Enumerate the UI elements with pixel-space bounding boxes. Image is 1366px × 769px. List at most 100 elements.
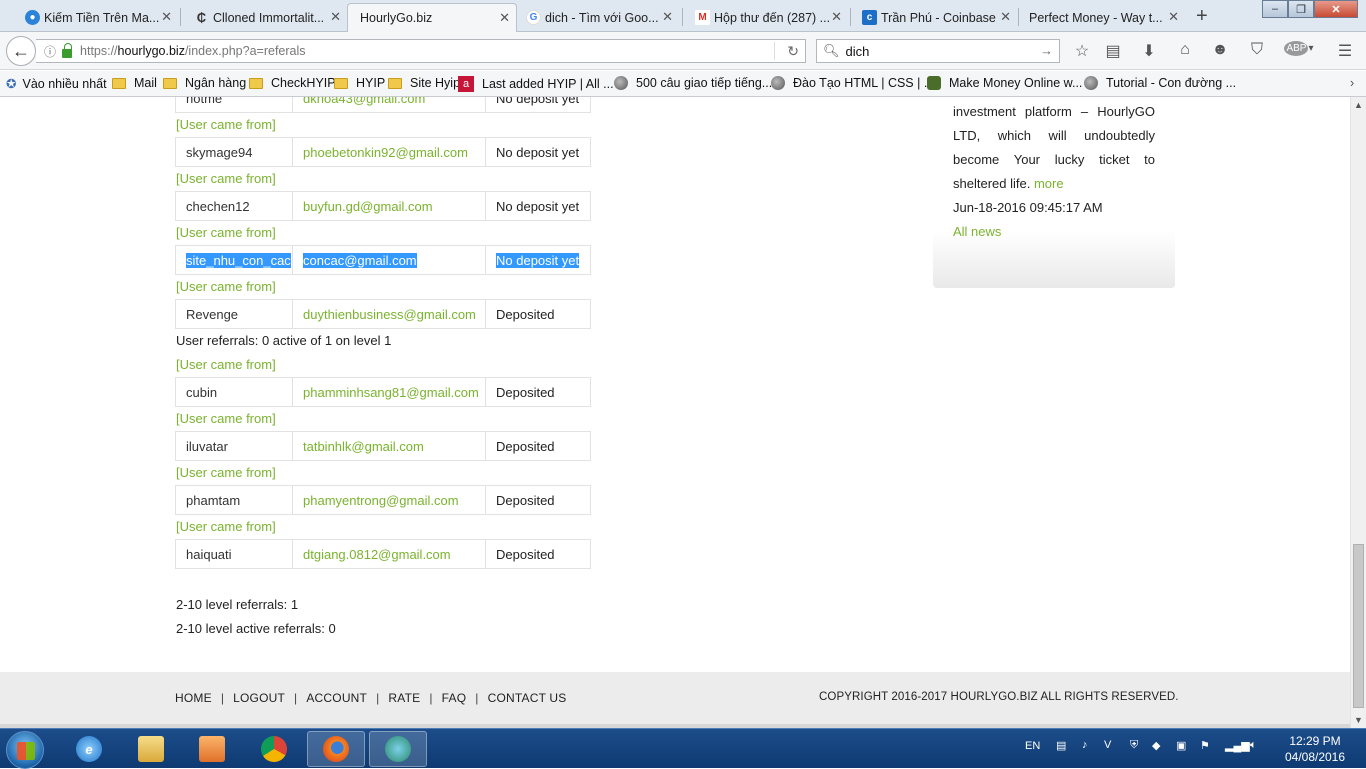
star-icon[interactable]: ☆	[1071, 41, 1093, 61]
url-text[interactable]: https://hourlygo.biz/index.php?a=referal…	[80, 44, 306, 58]
taskbar-media-player[interactable]	[183, 731, 241, 767]
tray-icon[interactable]: ♪	[1082, 739, 1088, 751]
page-scrollbar[interactable]: ▲ ▼	[1350, 97, 1366, 728]
user-came-from-link[interactable]: [User came from]	[176, 519, 276, 534]
tab-title: Clloned Immortalit...	[213, 10, 325, 25]
search-box[interactable]: 🔍︎ →	[816, 39, 1060, 63]
tray-icon[interactable]: ⚑	[1200, 739, 1210, 752]
bookmark-checkhyip[interactable]: CheckHYIP	[249, 76, 336, 90]
tab-google-dich[interactable]: G dich - Tìm với Goo... ✕	[519, 3, 679, 32]
footer-link-home[interactable]: HOME	[175, 691, 212, 705]
footer-link-logout[interactable]: LOGOUT	[233, 691, 285, 705]
news-more-link[interactable]: more	[1034, 176, 1064, 191]
network-icon[interactable]: ▂▄▆	[1225, 739, 1250, 752]
bookmark-last-added-hyip[interactable]: a Last added HYIP | All ...	[458, 76, 614, 92]
tab-title: Perfect Money - Way t...	[1029, 10, 1163, 25]
reading-list-icon[interactable]: ▤	[1102, 41, 1124, 61]
bookmark-site-hyip[interactable]: Site Hyip	[388, 76, 460, 90]
bookmark-most-visited[interactable]: ✪ Vào nhiều nhất	[6, 76, 107, 92]
close-window-button[interactable]: ✕	[1314, 0, 1358, 18]
back-button[interactable]: ←	[6, 36, 36, 66]
close-tab-icon[interactable]: ✕	[1000, 9, 1011, 25]
menu-icon[interactable]: ☰	[1334, 41, 1356, 61]
close-tab-icon[interactable]: ✕	[499, 10, 510, 26]
tray-icon[interactable]: V	[1104, 739, 1111, 751]
bookmark-dao-tao-html[interactable]: Đào Tạo HTML | CSS | ...	[771, 76, 934, 90]
referral-status: Deposited	[496, 438, 555, 454]
minimize-button[interactable]: –	[1262, 0, 1288, 18]
url-bar[interactable]: ⓘ https://hourlygo.biz/index.php?a=refer…	[36, 39, 806, 63]
tray-icon[interactable]: ◆	[1152, 739, 1160, 752]
user-came-from-link[interactable]: [User came from]	[176, 117, 276, 132]
referral-email[interactable]: dtgiang.0812@gmail.com	[293, 540, 486, 568]
close-tab-icon[interactable]: ✕	[662, 9, 673, 25]
bookmark-500-cau[interactable]: 500 câu giao tiếp tiếng...	[614, 76, 772, 90]
taskbar-chrome[interactable]	[245, 731, 303, 767]
user-came-from-link[interactable]: [User came from]	[176, 465, 276, 480]
bookmark-tutorial[interactable]: Tutorial - Con đường ...	[1084, 76, 1236, 90]
scroll-down-icon[interactable]: ▼	[1354, 715, 1363, 725]
system-clock[interactable]: 12:29 PM 04/08/2016	[1280, 733, 1350, 765]
bookmark-make-money[interactable]: Make Money Online w...	[927, 76, 1082, 90]
volume-icon[interactable]: 🔈︎	[1250, 739, 1257, 752]
taskbar-firefox[interactable]	[307, 731, 365, 767]
taskbar-file-explorer[interactable]	[122, 731, 180, 767]
maximize-button[interactable]: ❐	[1288, 0, 1314, 18]
user-came-from-link[interactable]: [User came from]	[176, 279, 276, 294]
user-came-from-link[interactable]: [User came from]	[176, 225, 276, 240]
user-came-from-link[interactable]: [User came from]	[176, 411, 276, 426]
tab-gmail[interactable]: M Hộp thư đến (287) ... ✕	[688, 3, 848, 32]
referral-email[interactable]: tatbinhlk@gmail.com	[293, 432, 486, 460]
start-button[interactable]	[6, 731, 44, 769]
tray-icon[interactable]: ▤	[1056, 739, 1066, 752]
referral-email[interactable]: duythienbusiness@gmail.com	[293, 300, 486, 328]
chat-icon[interactable]: ☻	[1209, 41, 1231, 59]
reload-icon[interactable]: ↻	[787, 43, 799, 60]
footer-link-rate[interactable]: RATE	[388, 691, 420, 705]
language-indicator[interactable]: EN	[1025, 740, 1040, 752]
level-2-10-referrals: 2-10 level referrals: 1	[176, 597, 299, 612]
search-input[interactable]	[845, 43, 1036, 59]
taskbar-app[interactable]	[369, 731, 427, 767]
all-news-link[interactable]: All news	[953, 224, 1001, 239]
referral-email[interactable]: phamminhsang81@gmail.com	[293, 378, 486, 406]
new-tab-button[interactable]: +	[1196, 5, 1208, 28]
close-tab-icon[interactable]: ✕	[330, 9, 341, 25]
lock-icon	[62, 42, 73, 58]
referral-email[interactable]: buyfun.gd@gmail.com	[293, 192, 486, 220]
pocket-icon[interactable]: ⛉	[1246, 41, 1268, 59]
close-tab-icon[interactable]: ✕	[831, 9, 842, 25]
info-icon[interactable]: ⓘ	[44, 43, 56, 60]
user-came-from-link[interactable]: [User came from]	[176, 171, 276, 186]
home-icon[interactable]: ⌂	[1174, 41, 1196, 59]
tray-icon[interactable]: ▣	[1176, 739, 1186, 752]
tray-icon[interactable]: ⛨	[1130, 739, 1138, 752]
bookmarks-overflow-icon[interactable]: ›	[1350, 76, 1354, 90]
tab-coinbase[interactable]: c Trần Phú - Coinbase ✕	[855, 3, 1017, 32]
referral-email[interactable]: phoebetonkin92@gmail.com	[293, 138, 486, 166]
tab-clloned[interactable]: ₵ Clloned Immortalit... ✕	[187, 3, 347, 32]
close-tab-icon[interactable]: ✕	[1168, 9, 1179, 25]
download-icon[interactable]: ⬇	[1138, 41, 1160, 61]
footer-link-account[interactable]: ACCOUNT	[306, 691, 367, 705]
tab-perfect-money[interactable]: Perfect Money - Way t... ✕	[1021, 3, 1185, 32]
footer-link-contact[interactable]: CONTACT US	[488, 691, 567, 705]
tab-kiem-tien[interactable]: ● Kiếm Tiền Trên Ma... ✕	[18, 3, 178, 32]
app-icon	[385, 736, 411, 762]
windows-logo-icon	[17, 742, 35, 760]
taskbar-internet-explorer[interactable]: e	[60, 731, 118, 767]
close-tab-icon[interactable]: ✕	[161, 9, 172, 25]
bookmark-hyip[interactable]: HYIP	[334, 76, 385, 90]
scroll-up-icon[interactable]: ▲	[1354, 100, 1363, 110]
referral-email[interactable]: dkhoa43@gmail.com	[293, 97, 486, 112]
bookmark-ngan-hang[interactable]: Ngân hàng	[163, 76, 246, 90]
referral-email[interactable]: concac@gmail.com	[303, 252, 417, 268]
scrollbar-thumb[interactable]	[1353, 544, 1364, 708]
user-came-from-link[interactable]: [User came from]	[176, 357, 276, 372]
bookmark-mail[interactable]: Mail	[112, 76, 157, 90]
search-go-icon[interactable]: →	[1040, 43, 1053, 58]
tab-hourlygo[interactable]: HourlyGo.biz ✕	[347, 3, 517, 32]
referral-email[interactable]: phamyentrong@gmail.com	[293, 486, 486, 514]
adblock-icon[interactable]: ABP ▾	[1284, 41, 1314, 56]
footer-link-faq[interactable]: FAQ	[442, 691, 467, 705]
